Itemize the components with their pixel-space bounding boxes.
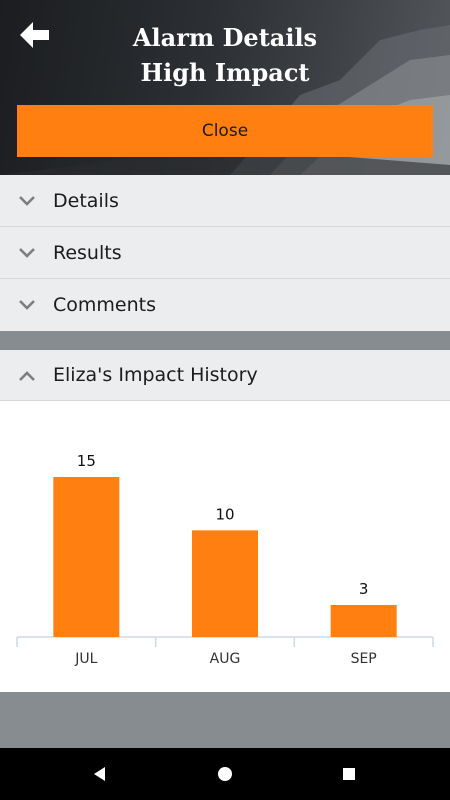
title-line-2: High Impact (140, 58, 310, 87)
section-results[interactable]: Results (0, 227, 450, 279)
chevron-up-icon (19, 371, 35, 381)
chevron-down-icon (19, 300, 35, 310)
square-recents-icon (343, 768, 355, 780)
section-comments[interactable]: Comments (0, 279, 450, 331)
bar-value-label: 15 (77, 452, 96, 470)
title-line-1: Alarm Details (132, 23, 318, 52)
section-label: Details (53, 189, 119, 212)
bar-sep (330, 605, 397, 637)
section-impact-history[interactable]: Eliza's Impact History (0, 350, 450, 401)
triangle-back-icon (94, 767, 105, 781)
nav-home-button[interactable] (213, 762, 237, 786)
circle-home-icon (218, 767, 232, 781)
impact-history-chart: 15 JUL 10 AUG 3 SEP (0, 401, 450, 692)
header: Alarm Details High Impact Close (0, 0, 450, 175)
close-button[interactable]: Close (17, 105, 433, 157)
system-nav-bar (0, 748, 450, 800)
bar-jul (53, 477, 120, 637)
section-label: Results (53, 241, 122, 264)
bar-chart: 15 JUL 10 AUG 3 SEP (16, 452, 434, 667)
bar-value-label: 10 (215, 505, 234, 523)
chevron-down-icon (19, 248, 35, 258)
section-details[interactable]: Details (0, 175, 450, 227)
section-divider (0, 333, 450, 350)
x-tick-label: AUG (210, 651, 241, 667)
bar-aug (192, 530, 258, 637)
section-label: Comments (53, 294, 156, 316)
page-title: Alarm Details High Impact (0, 20, 450, 90)
section-label: Eliza's Impact History (53, 364, 258, 386)
x-tick-label: JUL (74, 651, 97, 667)
chevron-down-icon (19, 196, 35, 206)
bottom-spacer (0, 692, 450, 748)
x-tick-label: SEP (351, 651, 377, 667)
nav-back-button[interactable] (88, 762, 112, 786)
nav-recents-button[interactable] (337, 762, 361, 786)
bar-value-label: 3 (359, 580, 369, 598)
